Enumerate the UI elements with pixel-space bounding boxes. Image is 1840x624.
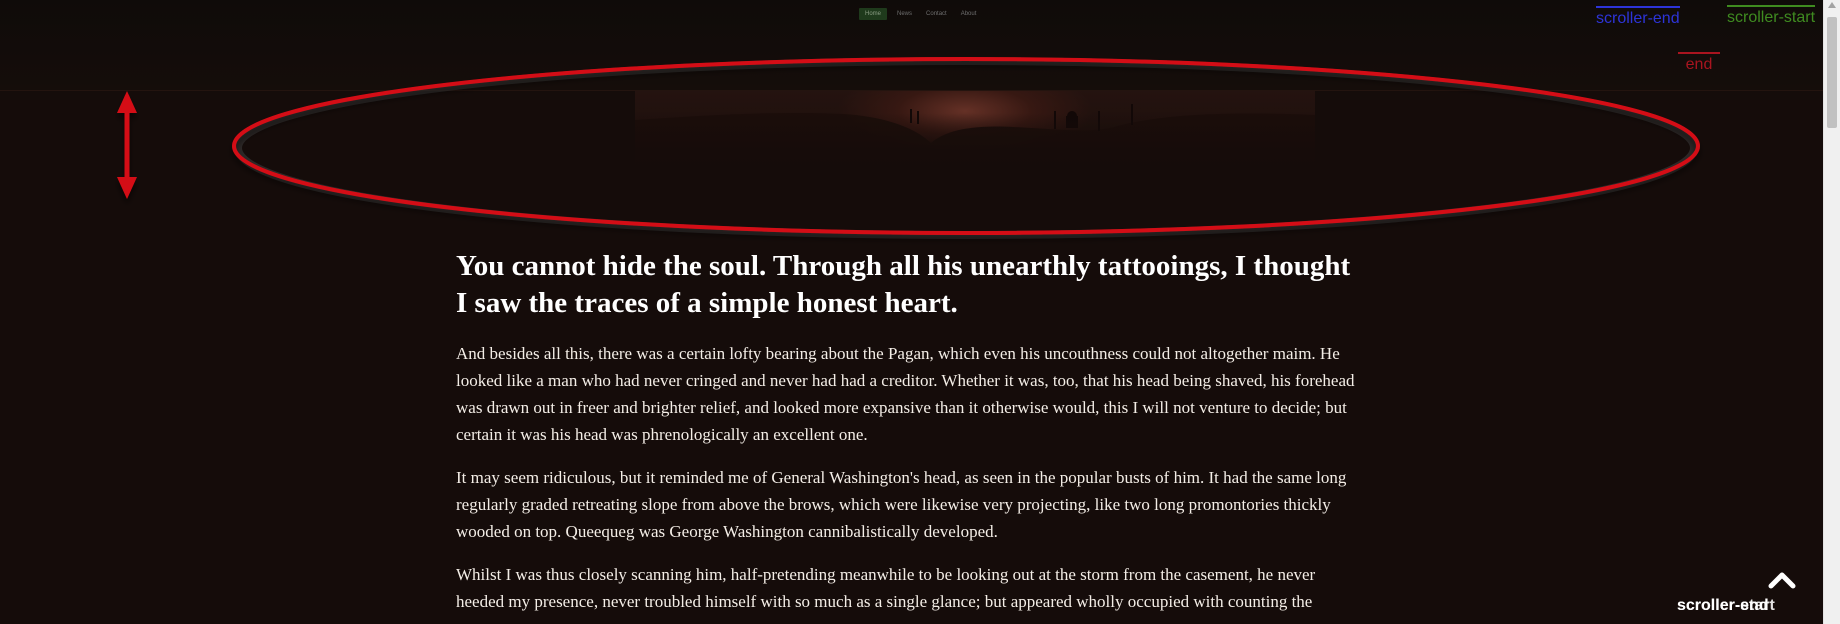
article-heading: You cannot hide the soul. Through all hi…	[456, 250, 1351, 319]
chevron-up-icon	[1768, 572, 1796, 589]
nav-contact[interactable]: Contact	[922, 8, 951, 20]
scroll-up-arrow-icon[interactable]	[1828, 2, 1836, 8]
top-navigation-bar: Home News Contact About	[0, 0, 1824, 91]
scroller-start-marker: scroller-start	[1727, 5, 1816, 28]
nav-news[interactable]: News	[893, 8, 916, 20]
back-to-top-button[interactable]	[1768, 572, 1796, 589]
article-content: You cannot hide the soul. Through all hi…	[456, 248, 1366, 624]
vertical-double-arrow-icon	[117, 91, 137, 199]
bottom-scroller-label: scroller-end scroller-start	[1677, 597, 1775, 615]
hero-image	[635, 91, 1315, 171]
scrollbar-thumb[interactable]	[1827, 17, 1837, 128]
vertical-scrollbar[interactable]	[1823, 0, 1840, 624]
end-marker: end	[1678, 52, 1720, 74]
bottom-scroller-start-label: scroller-start	[1677, 597, 1775, 614]
page: Home News Contact About scroller-end scr…	[0, 0, 1840, 624]
nav-home[interactable]: Home	[859, 8, 888, 20]
main-navigation: Home News Contact About	[859, 8, 980, 20]
scroller-end-marker: scroller-end	[1596, 6, 1680, 29]
landscape-silhouette	[635, 104, 1315, 171]
paragraph-2: It may seem ridiculous, but it reminded …	[456, 468, 1347, 541]
nav-about[interactable]: About	[957, 8, 981, 20]
paragraph-3: Whilst I was thus closely scanning him, …	[456, 565, 1316, 611]
paragraph-1: And besides all this, there was a certai…	[456, 344, 1355, 444]
